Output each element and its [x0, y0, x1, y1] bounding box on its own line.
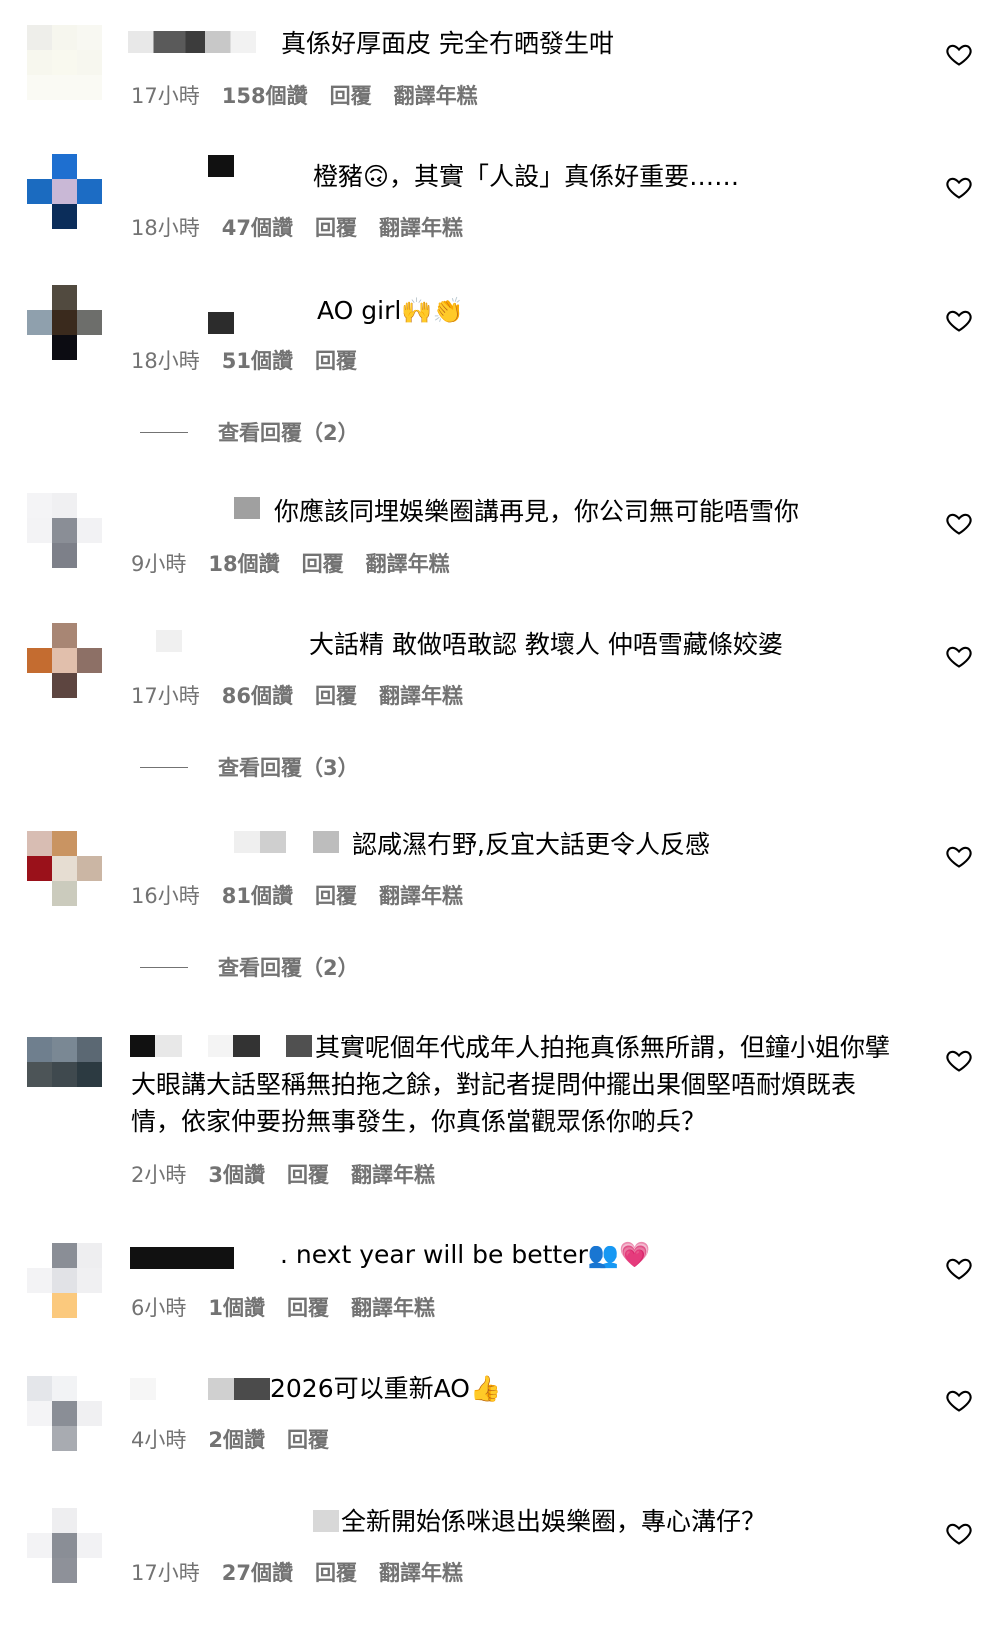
avatar[interactable]	[27, 1376, 102, 1451]
username-blurred[interactable]	[130, 1247, 234, 1269]
comment-meta: 18小時 47個讚 回覆 翻譯年糕	[131, 212, 463, 242]
reply-button[interactable]: 回覆	[315, 880, 357, 910]
heart-icon[interactable]	[945, 40, 973, 68]
translate-button[interactable]: 翻譯年糕	[366, 548, 450, 578]
comment-meta: 2小時 3個讚 回覆 翻譯年糕	[131, 1159, 435, 1189]
like-count[interactable]: 2個讚	[208, 1424, 265, 1454]
avatar[interactable]	[27, 154, 102, 229]
comment-meta: 18小時 51個讚 回覆	[131, 345, 357, 375]
heart-icon[interactable]	[945, 1519, 973, 1547]
translate-button[interactable]: 翻譯年糕	[379, 880, 463, 910]
comment-meta: 17小時 27個讚 回覆 翻譯年糕	[131, 1557, 463, 1587]
heart-icon[interactable]	[945, 642, 973, 670]
comment-time: 18小時	[131, 349, 200, 373]
comment-text: 2026可以重新AO👍	[270, 1374, 502, 1403]
reply-button[interactable]: 回覆	[315, 212, 357, 242]
view-replies-button[interactable]: 查看回覆（2）	[140, 417, 359, 447]
heart-icon[interactable]	[945, 306, 973, 334]
translate-button[interactable]: 翻譯年糕	[351, 1292, 435, 1322]
reply-button[interactable]: 回覆	[287, 1424, 329, 1454]
reply-button[interactable]: 回覆	[302, 548, 344, 578]
divider-line	[140, 966, 188, 968]
avatar[interactable]	[27, 1508, 102, 1583]
comment-meta: 9小時 18個讚 回覆 翻譯年糕	[131, 548, 450, 578]
view-replies-label: 查看回覆（2）	[218, 421, 359, 445]
comment-time: 17小時	[131, 84, 200, 108]
avatar[interactable]	[27, 285, 102, 360]
comment-text: 你應該同埋娛樂圈講再見，你公司無可能唔雪你	[274, 497, 800, 526]
username-blurred[interactable]	[313, 1510, 339, 1532]
avatar[interactable]	[27, 831, 102, 906]
view-replies-label: 查看回覆（2）	[218, 956, 359, 980]
comment-text: 全新開始係咪退出娛樂圈，專心溝仔？	[341, 1507, 767, 1536]
comment-time: 6小時	[131, 1296, 187, 1320]
username-blurred[interactable]	[128, 31, 256, 53]
reply-button[interactable]: 回覆	[315, 345, 357, 375]
heart-icon[interactable]	[945, 1254, 973, 1282]
reply-button[interactable]: 回覆	[315, 1557, 357, 1587]
comment-meta: 4小時 2個讚 回覆	[131, 1424, 329, 1454]
reply-button[interactable]: 回覆	[330, 80, 372, 110]
avatar[interactable]	[27, 1037, 102, 1112]
comment-text: 橙豬🙃，其實「人設」真係好重要……	[313, 162, 740, 191]
comment-meta: 17小時 86個讚 回覆 翻譯年糕	[131, 680, 463, 710]
avatar[interactable]	[27, 1243, 102, 1318]
avatar[interactable]	[27, 25, 102, 100]
like-count[interactable]: 47個讚	[222, 212, 293, 242]
heart-icon[interactable]	[945, 173, 973, 201]
comment-meta: 6小時 1個讚 回覆 翻譯年糕	[131, 1292, 435, 1322]
comment-text: 大話精 敢做唔敢認 教壞人 仲唔雪藏條姣婆	[309, 630, 783, 659]
like-count[interactable]: 158個讚	[222, 80, 308, 110]
username-blurred[interactable]	[234, 831, 286, 853]
username-blurred[interactable]	[313, 831, 339, 853]
translate-button[interactable]: 翻譯年糕	[351, 1159, 435, 1189]
comment-text: AO girl🙌👏	[317, 296, 464, 325]
comment-text: 真係好厚面皮 完全冇晒發生咁	[281, 29, 614, 58]
like-count[interactable]: 3個讚	[208, 1159, 265, 1189]
comment-time: 18小時	[131, 216, 200, 240]
like-count[interactable]: 86個讚	[222, 680, 293, 710]
view-replies-button[interactable]: 查看回覆（3）	[140, 752, 359, 782]
view-replies-button[interactable]: 查看回覆（2）	[140, 952, 359, 982]
view-replies-label: 查看回覆（3）	[218, 756, 359, 780]
like-count[interactable]: 51個讚	[222, 345, 293, 375]
comment-time: 4小時	[131, 1428, 187, 1452]
translate-button[interactable]: 翻譯年糕	[379, 212, 463, 242]
comment-text: . next year will be better👥💗	[280, 1240, 651, 1269]
like-count[interactable]: 18個讚	[208, 548, 279, 578]
heart-icon[interactable]	[945, 1386, 973, 1414]
comment-time: 16小時	[131, 884, 200, 908]
reply-button[interactable]: 回覆	[287, 1159, 329, 1189]
avatar[interactable]	[27, 623, 102, 698]
comment-text: 認咸濕冇野,反宜大話更令人反感	[352, 830, 710, 859]
translate-button[interactable]: 翻譯年糕	[394, 80, 478, 110]
username-blurred[interactable]	[208, 1378, 270, 1400]
comment-meta: 16小時 81個讚 回覆 翻譯年糕	[131, 880, 463, 910]
heart-icon[interactable]	[945, 842, 973, 870]
comment-time: 9小時	[131, 552, 187, 576]
username-blurred[interactable]	[234, 497, 260, 519]
reply-button[interactable]: 回覆	[287, 1292, 329, 1322]
comment-meta: 17小時 158個讚 回覆 翻譯年糕	[131, 80, 478, 110]
username-blurred[interactable]	[208, 155, 234, 177]
heart-icon[interactable]	[945, 1046, 973, 1074]
reply-button[interactable]: 回覆	[315, 680, 357, 710]
comment-time: 17小時	[131, 684, 200, 708]
translate-button[interactable]: 翻譯年糕	[379, 1557, 463, 1587]
like-count[interactable]: 27個讚	[222, 1557, 293, 1587]
divider-line	[140, 431, 188, 433]
username-blurred[interactable]	[208, 312, 234, 334]
username-blurred[interactable]	[130, 1378, 156, 1400]
like-count[interactable]: 81個讚	[222, 880, 293, 910]
comment-text: 其實呢個年代成年人拍拖真係無所謂，但鐘小姐你擘大眼講大話堅稱無拍拖之餘，對記者提…	[131, 1033, 891, 1136]
comment-time: 2小時	[131, 1163, 187, 1187]
heart-icon[interactable]	[945, 509, 973, 537]
comment-time: 17小時	[131, 1561, 200, 1585]
translate-button[interactable]: 翻譯年糕	[379, 680, 463, 710]
avatar[interactable]	[27, 493, 102, 568]
username-blurred[interactable]	[156, 630, 182, 652]
divider-line	[140, 766, 188, 768]
like-count[interactable]: 1個讚	[208, 1292, 265, 1322]
